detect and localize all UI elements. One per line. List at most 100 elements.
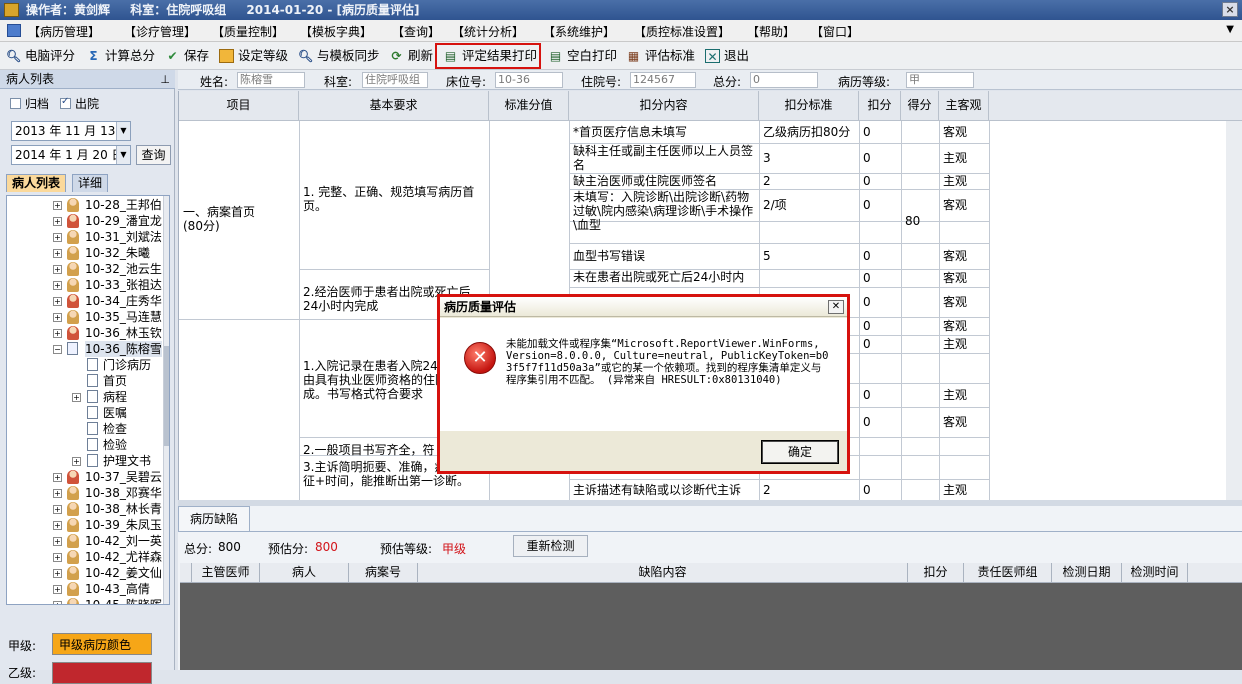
sync-template-button[interactable]: 🔍︎ 与模板同步 (298, 47, 380, 65)
deduction-standard-cell[interactable]: 2 (763, 483, 857, 497)
expand-icon[interactable]: + (53, 281, 62, 290)
tab-detail[interactable]: 详细 (72, 174, 109, 192)
expand-icon[interactable]: + (53, 329, 62, 338)
col-header-patient[interactable]: 病人 (260, 563, 349, 583)
expand-icon[interactable]: + (53, 297, 62, 306)
col-header-deduction-standard[interactable]: 扣分标准 (759, 91, 859, 121)
exit-button[interactable]: ✕ 退出 (705, 47, 749, 65)
deduction-standard-cell[interactable]: 2 (763, 174, 857, 188)
subjective-cell[interactable]: 客观 (943, 319, 987, 333)
expand-icon[interactable]: + (53, 489, 62, 498)
col-header-standard-score[interactable]: 标准分值 (489, 91, 569, 121)
expand-icon[interactable]: + (53, 521, 62, 530)
menu-help[interactable]: 【帮助】 (747, 23, 795, 40)
deduction-cell[interactable]: 0 (863, 198, 899, 212)
col-header-check-time[interactable]: 检测时间 (1122, 563, 1188, 583)
subjective-cell[interactable]: 客观 (943, 295, 987, 309)
menu-statistics[interactable]: 【统计分析】 (452, 23, 524, 40)
chevron-down-icon[interactable]: ▼ (116, 146, 130, 164)
deduction-standard-cell[interactable]: 3 (763, 151, 857, 165)
deduction-content-cell[interactable]: 未在患者出院或死亡后24小时内 (573, 270, 757, 284)
col-header-doctor[interactable]: 主管医师 (192, 563, 260, 583)
date-from-picker[interactable]: 2013 年 11 月 13 日 ▼ (11, 121, 131, 141)
subjective-cell[interactable]: 主观 (943, 483, 987, 497)
expand-icon[interactable]: + (53, 569, 62, 578)
discharged-checkbox[interactable] (60, 96, 71, 109)
subjective-cell[interactable]: 客观 (943, 271, 987, 285)
recheck-button[interactable]: 重新检测 (513, 535, 588, 557)
expand-icon[interactable]: + (53, 265, 62, 274)
menu-treatment-management[interactable]: 【诊疗管理】 (124, 23, 196, 40)
menu-quality-control[interactable]: 【质量控制】 (212, 23, 284, 40)
deduction-cell[interactable]: 0 (863, 249, 899, 263)
col-header-check-date[interactable]: 检测日期 (1052, 563, 1122, 583)
calc-total-button[interactable]: Σ 计算总分 (86, 47, 155, 65)
menu-overflow-icon[interactable]: ▼ (1226, 24, 1234, 35)
deduction-standard-cell[interactable]: 5 (763, 249, 857, 263)
deduction-cell[interactable]: 0 (863, 295, 899, 309)
deduction-cell[interactable]: 0 (863, 271, 899, 285)
col-header-requirement[interactable]: 基本要求 (299, 91, 489, 121)
expand-icon[interactable]: + (72, 393, 81, 402)
save-button[interactable]: ✔ 保存 (165, 47, 209, 65)
requirement-cell[interactable]: 1. 完整、正确、规范填写病历首页。 (303, 185, 485, 213)
deduction-cell[interactable]: 0 (863, 337, 899, 351)
col-header-deduction-content[interactable]: 扣分内容 (569, 91, 759, 121)
menu-window[interactable]: 【窗口】 (811, 23, 859, 40)
subjective-cell[interactable]: 主观 (943, 337, 987, 351)
menu-query[interactable]: 【查询】 (392, 23, 440, 40)
deduction-content-cell[interactable]: 未填写：入院诊断\出院诊断\药物过敏\院内感染\病理诊断\手术操作\血型 (573, 190, 757, 232)
col-header-record-no[interactable]: 病案号 (349, 563, 418, 583)
tab-patient-list[interactable]: 病人列表 (6, 174, 67, 192)
tab-record-defects[interactable]: 病历缺陷 (178, 506, 250, 531)
deduction-cell[interactable]: 0 (863, 125, 899, 139)
expand-icon[interactable]: + (53, 313, 62, 322)
section-item-cell[interactable]: 一、病案首页 (80分) (183, 205, 295, 233)
pin-icon[interactable]: ⊥ (160, 71, 170, 89)
col-header-responsible-group[interactable]: 责任医师组 (964, 563, 1052, 583)
expand-icon[interactable]: + (53, 553, 62, 562)
bed-field[interactable]: 10-36 (495, 72, 563, 88)
subjective-cell[interactable]: 客观 (943, 249, 987, 263)
deduction-standard-cell[interactable]: 2/项 (763, 198, 857, 212)
subjective-cell[interactable]: 客观 (943, 415, 987, 429)
auto-score-button[interactable]: 🔍︎ 电脑评分 (6, 47, 75, 65)
col-header-deduction[interactable]: 扣分 (859, 91, 901, 121)
expand-icon[interactable]: + (53, 601, 62, 604)
col-header-subjective[interactable]: 主客观 (939, 91, 989, 121)
subjective-cell[interactable]: 主观 (943, 174, 987, 188)
deduction-cell[interactable]: 0 (863, 319, 899, 333)
chevron-down-icon[interactable]: ▼ (116, 122, 130, 140)
eval-standard-button[interactable]: ▦ 评估标准 (626, 47, 695, 65)
total-field[interactable]: 0 (750, 72, 818, 88)
expand-icon[interactable]: + (53, 217, 62, 226)
section-score-cell[interactable]: 80 (905, 214, 937, 228)
tree-scroll-thumb[interactable] (164, 346, 169, 446)
grade-field[interactable]: 甲 (906, 72, 974, 88)
col-header-deduct[interactable]: 扣分 (908, 563, 964, 583)
menu-record-management[interactable]: 【病历管理】 (28, 23, 100, 40)
refresh-button[interactable]: ⟳ 刷新 (389, 47, 433, 65)
col-header-defect-content[interactable]: 缺陷内容 (418, 563, 908, 583)
date-to-picker[interactable]: 2014 年 1 月 20 日 ▼ (11, 145, 131, 165)
expand-icon[interactable]: + (72, 457, 81, 466)
ok-button[interactable]: 确定 (761, 440, 839, 464)
deduction-content-cell[interactable]: 主诉描述有缺陷或以诊断代主诉 (573, 483, 757, 497)
query-button[interactable]: 查询 (136, 145, 171, 165)
deduction-cell[interactable]: 0 (863, 415, 899, 429)
deduction-content-cell[interactable]: *首页医疗信息未填写 (573, 125, 757, 139)
expand-icon[interactable]: + (53, 233, 62, 242)
print-blank-button[interactable]: ▤ 空白打印 (548, 47, 617, 65)
subjective-cell[interactable]: 主观 (943, 151, 987, 165)
menu-qc-standard-settings[interactable]: 【质控标准设置】 (634, 23, 730, 40)
archive-checkbox[interactable] (10, 98, 21, 109)
name-field[interactable]: 陈榕雪 (237, 72, 305, 88)
deduction-content-cell[interactable]: 缺主治医师或住院医师签名 (573, 174, 757, 188)
dept-field[interactable]: 住院呼吸组 (362, 72, 428, 88)
set-grade-button[interactable]: 设定等级 (219, 47, 288, 65)
expand-icon[interactable]: + (53, 201, 62, 210)
expand-icon[interactable]: + (53, 473, 62, 482)
subjective-cell[interactable]: 客观 (943, 125, 987, 139)
deduction-standard-cell[interactable]: 乙级病历扣80分 (763, 125, 857, 139)
menu-system-maintenance[interactable]: 【系统维护】 (543, 23, 615, 40)
